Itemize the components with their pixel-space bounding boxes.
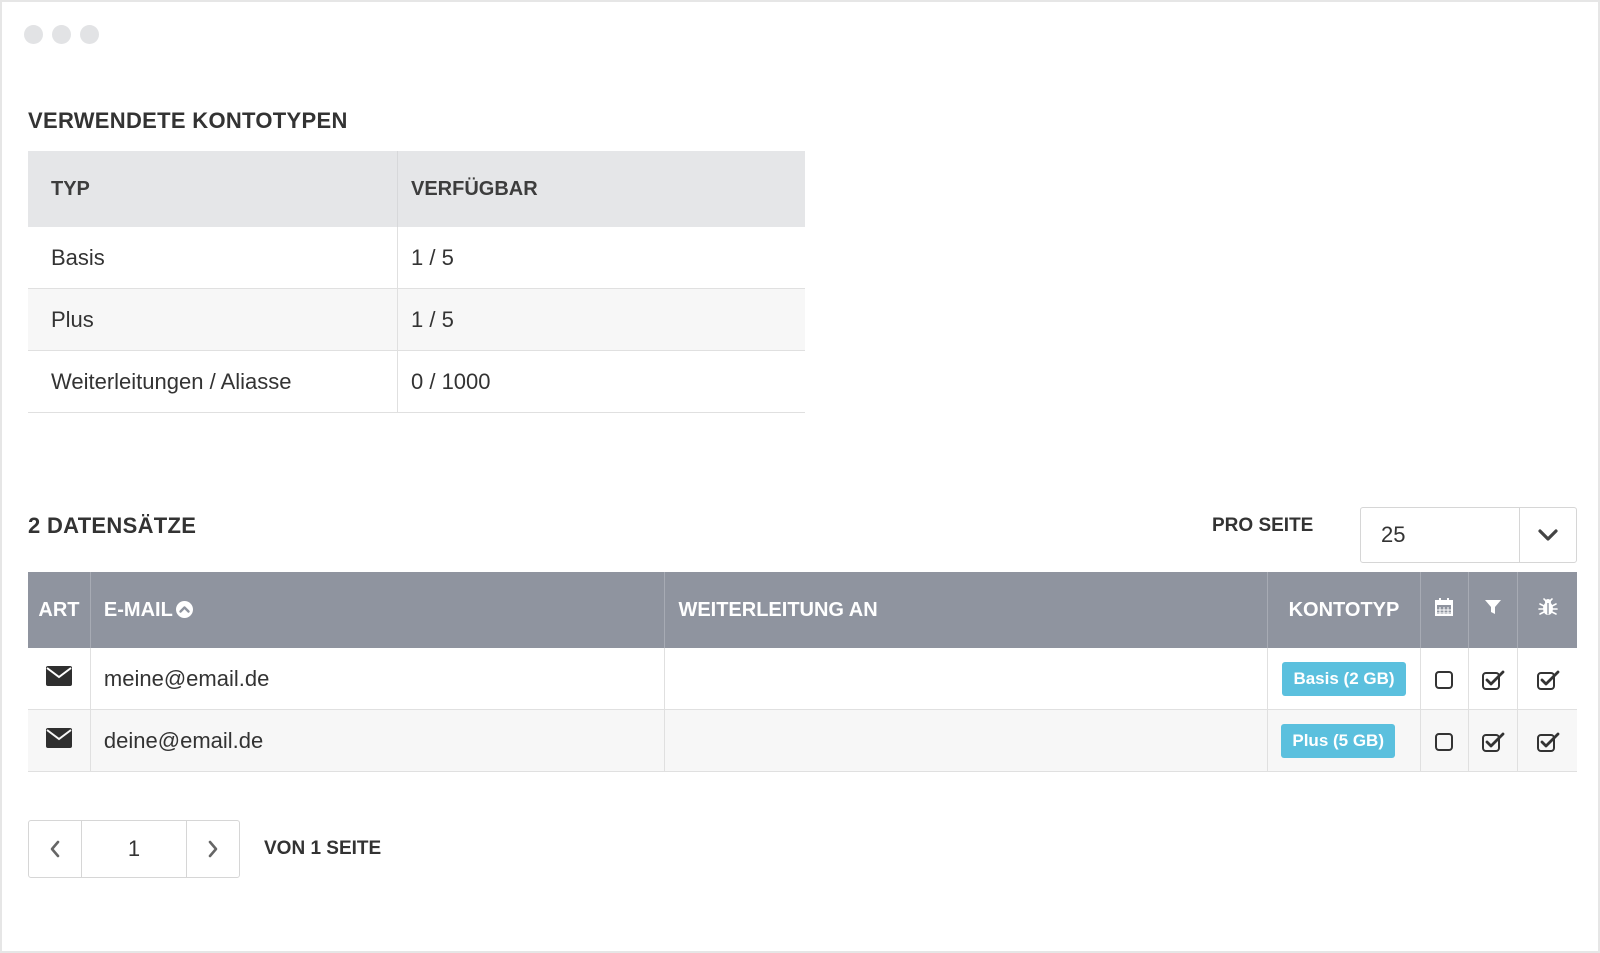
table-row[interactable]: deine@email.de Plus (5 GB) [28, 709, 1577, 772]
table-row[interactable]: meine@email.de Basis (2 GB) [28, 648, 1577, 710]
column-header-email[interactable]: E-MAIL [89, 572, 665, 648]
row-account-type-cell: Basis (2 GB) [1267, 648, 1421, 710]
per-page-value[interactable]: 25 [1361, 508, 1519, 562]
account-type-badge: Basis (2 GB) [1282, 661, 1406, 696]
types-row-available: 0 / 1000 [397, 350, 805, 413]
row-calendar-cell [1419, 709, 1469, 772]
envelope-icon [28, 709, 91, 772]
per-page-label: PRO SEITE [1212, 515, 1314, 536]
types-row: Plus 1 / 5 [28, 288, 805, 351]
types-row: Weiterleitungen / Aliasse 0 / 1000 [28, 350, 805, 413]
records-header-row: ART E-MAIL WEITERLEITUNG AN KONTOTYP [28, 572, 1577, 648]
row-bug-cell [1517, 648, 1577, 710]
window-dot-minimize[interactable] [52, 25, 71, 44]
column-header-forward[interactable]: WEITERLEITUNG AN [664, 572, 1268, 648]
window-controls [24, 25, 99, 44]
types-header-row: TYP VERFÜGBAR [28, 151, 805, 227]
unchecked-checkbox-icon[interactable] [1434, 732, 1454, 752]
types-row: Basis 1 / 5 [28, 227, 805, 289]
records-count-title: 2 DATENSÄTZE [28, 513, 197, 538]
chevron-left-icon[interactable] [29, 821, 81, 877]
column-header-email-label: E-MAIL [103, 598, 173, 621]
calendar-icon[interactable] [1419, 572, 1469, 648]
column-header-account-type[interactable]: KONTOTYP [1267, 572, 1421, 648]
row-email[interactable]: meine@email.de [89, 648, 665, 710]
records-table: ART E-MAIL WEITERLEITUNG AN KONTOTYP mei… [28, 572, 1577, 772]
account-types-table: TYP VERFÜGBAR Basis 1 / 5 Plus 1 / 5 Wei… [28, 151, 805, 413]
row-forward [664, 648, 1268, 710]
bug-icon[interactable] [1517, 572, 1577, 648]
account-type-badge: Plus (5 GB) [1281, 723, 1395, 758]
window-dot-maximize[interactable] [80, 25, 99, 44]
types-row-available: 1 / 5 [397, 288, 805, 351]
types-row-available: 1 / 5 [397, 227, 805, 289]
chevron-right-icon[interactable] [187, 821, 239, 877]
chevron-down-icon[interactable] [1519, 508, 1576, 562]
types-header-available: VERFÜGBAR [397, 151, 805, 227]
types-row-type: Basis [28, 227, 398, 289]
types-section-title: VERWENDETE KONTOTYPEN [28, 108, 348, 133]
types-row-type: Weiterleitungen / Aliasse [28, 350, 398, 413]
row-forward [664, 709, 1268, 772]
row-bug-cell [1517, 709, 1577, 772]
app-window: VERWENDETE KONTOTYPEN TYP VERFÜGBAR Basi… [0, 0, 1600, 953]
sort-ascending-icon[interactable] [175, 600, 193, 618]
row-account-type-cell: Plus (5 GB) [1267, 709, 1421, 772]
window-dot-close[interactable] [24, 25, 43, 44]
checked-checkbox-icon[interactable] [1481, 669, 1505, 691]
row-filter-cell [1468, 709, 1518, 772]
unchecked-checkbox-icon[interactable] [1434, 670, 1454, 690]
row-calendar-cell [1419, 648, 1469, 710]
types-header-type: TYP [28, 151, 398, 227]
row-email[interactable]: deine@email.de [89, 709, 665, 772]
checked-checkbox-icon[interactable] [1481, 731, 1505, 753]
page-count-label: VON 1 SEITE [264, 838, 382, 859]
column-header-art[interactable]: ART [28, 572, 91, 648]
pagination: 1 [28, 820, 240, 878]
column-header-art-label: ART [38, 598, 80, 621]
row-filter-cell [1468, 648, 1518, 710]
page-number-input[interactable]: 1 [81, 821, 187, 877]
per-page-select[interactable]: 25 [1360, 507, 1577, 563]
envelope-icon [28, 648, 91, 710]
types-row-type: Plus [28, 288, 398, 351]
checked-checkbox-icon[interactable] [1536, 731, 1560, 753]
checked-checkbox-icon[interactable] [1536, 669, 1560, 691]
filter-icon[interactable] [1468, 572, 1518, 648]
